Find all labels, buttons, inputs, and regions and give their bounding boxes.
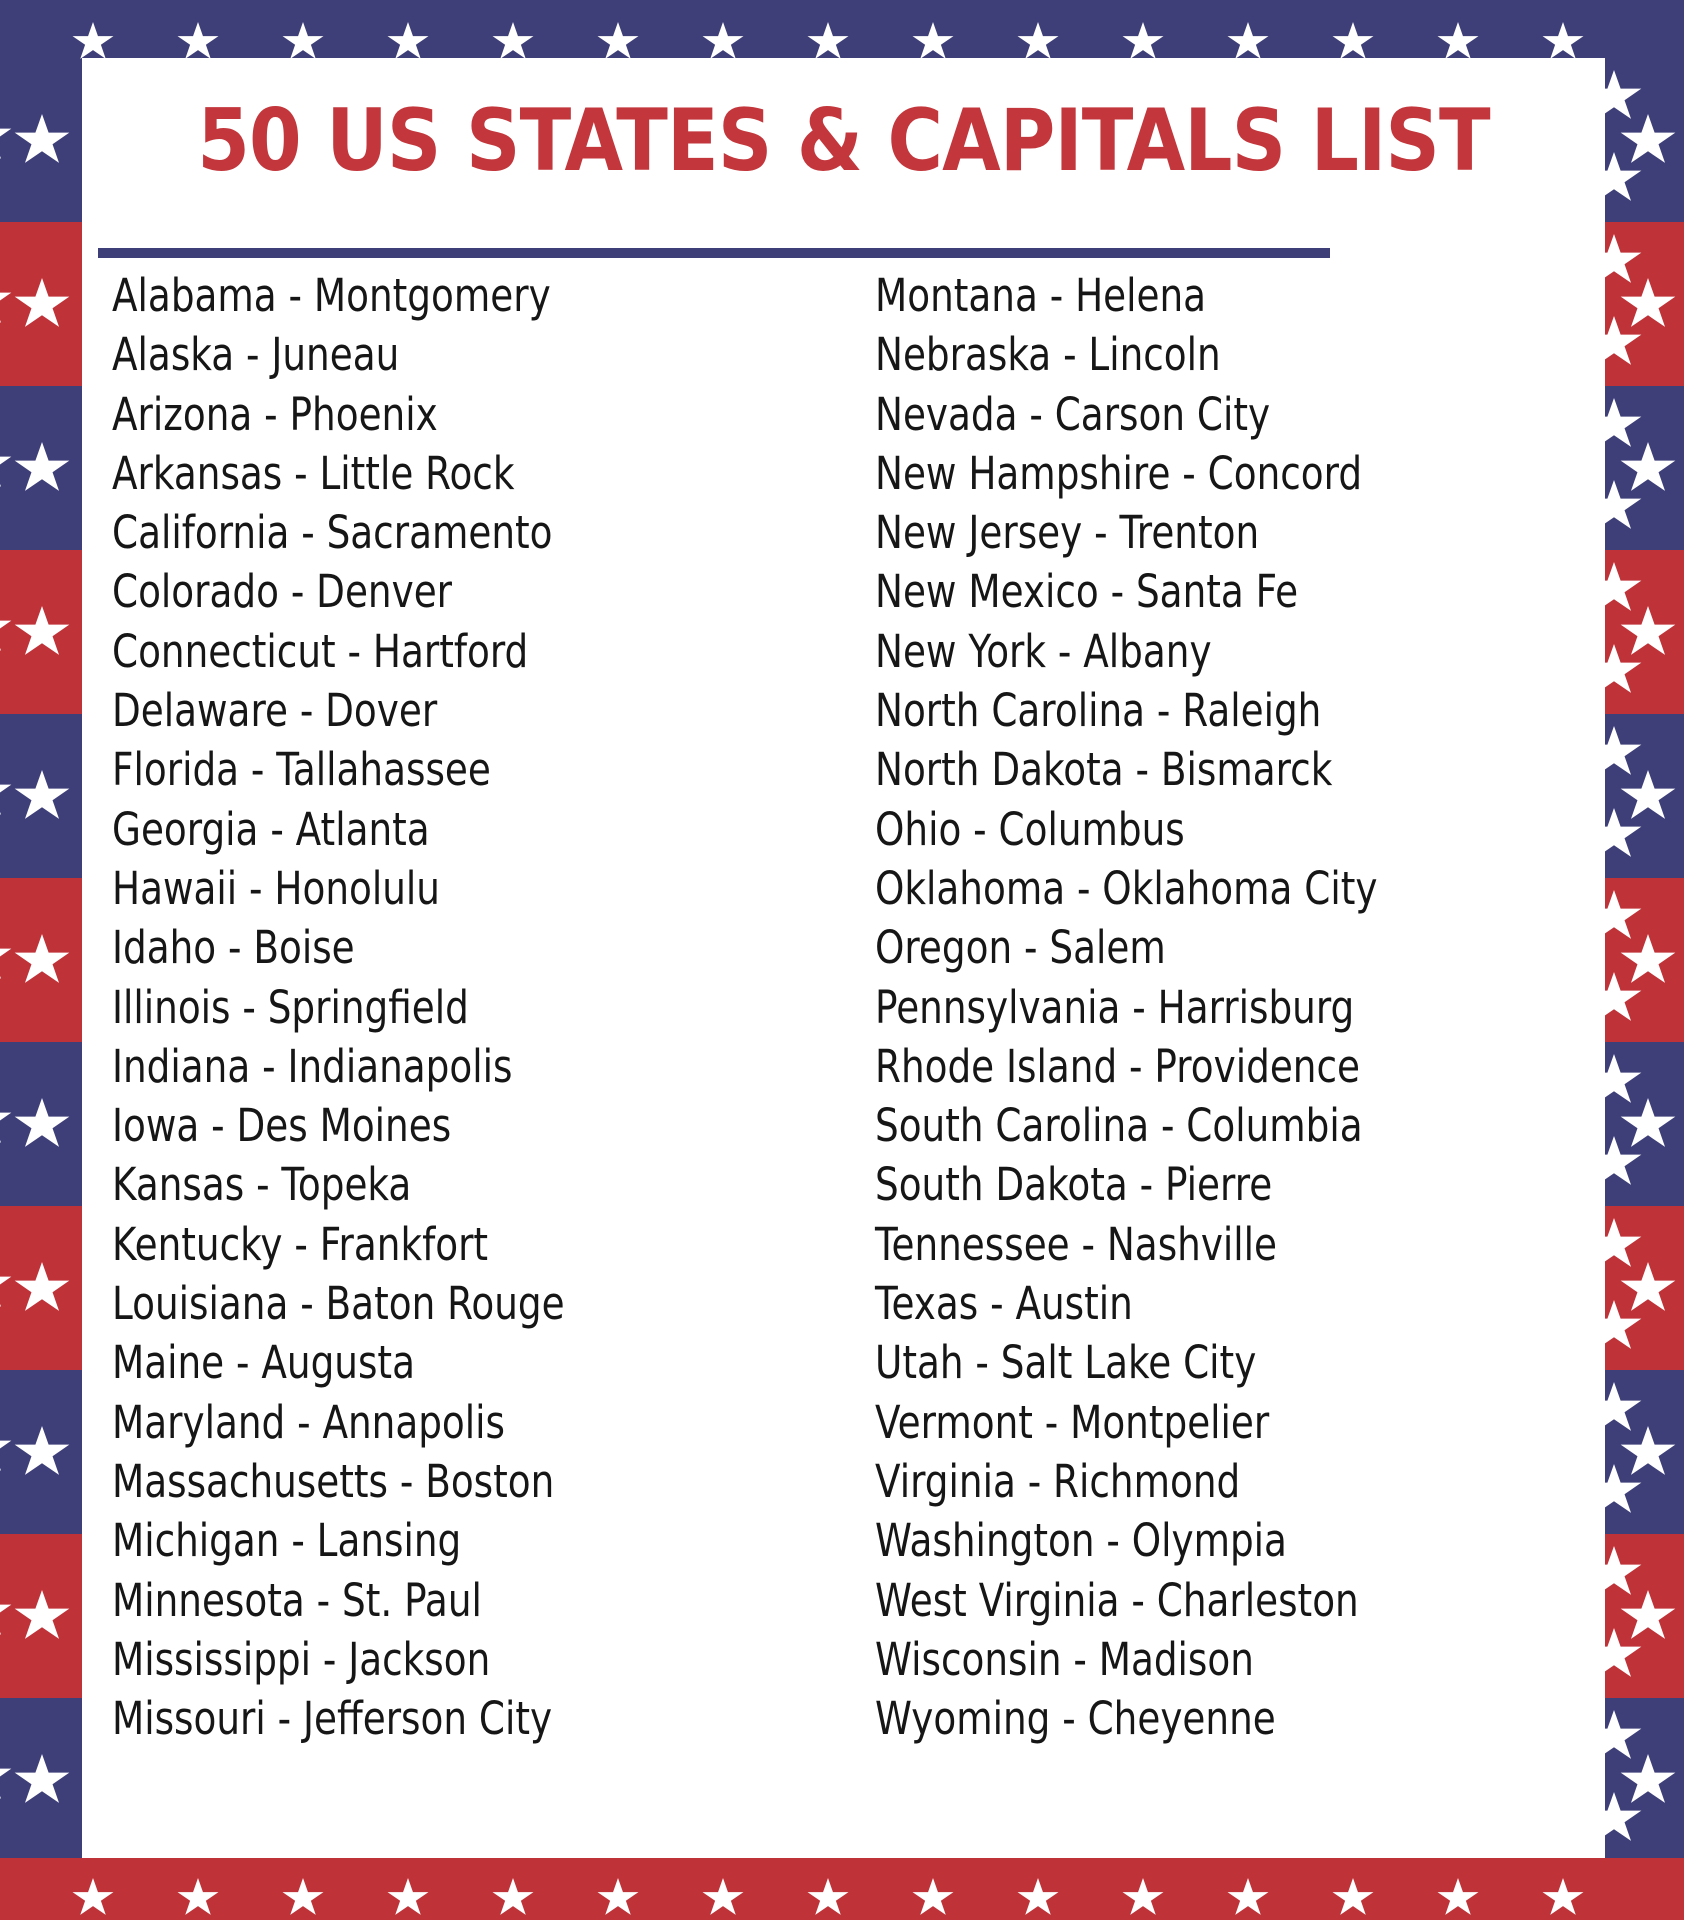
list-item: Wyoming - Cheyenne — [875, 1692, 1276, 1746]
states-capitals-columns: Alabama - Montgomery Alaska - Juneau Arizo… — [82, 266, 1605, 1748]
list-item: Maine - Augusta — [112, 1336, 415, 1390]
top-border-band — [0, 0, 1684, 58]
list-item: Kansas - Topeka — [112, 1158, 412, 1212]
states-column-right: Montana - Helena Nebraska - Lincoln Nevada… — [875, 266, 1605, 1748]
list-item: Colorado - Denver — [112, 565, 453, 619]
list-item: South Carolina - Columbia — [875, 1099, 1363, 1153]
page-title: 50 US STATES & CAPITALS LIST — [197, 91, 1490, 191]
list-item: Vermont - Montpelier — [875, 1395, 1270, 1449]
list-item: Kentucky - Frankfort — [112, 1217, 489, 1271]
content-panel: 50 US STATES & CAPITALS LIST Alabama - M… — [82, 58, 1605, 1858]
list-item: Minnesota - St. Paul — [112, 1573, 482, 1627]
states-column-left: Alabama - Montgomery Alaska - Juneau Arizo… — [82, 266, 875, 1748]
title-divider-rule — [98, 248, 1330, 258]
list-item: Hawaii - Honolulu — [112, 861, 440, 915]
list-item: Washington - Olympia — [875, 1514, 1287, 1568]
list-item: Indiana - Indianapolis — [112, 1039, 513, 1093]
list-item: Delaware - Dover — [112, 684, 438, 738]
list-item: Alabama - Montgomery — [112, 269, 551, 322]
list-item: Iowa - Des Moines — [112, 1099, 452, 1153]
list-item: Alaska - Juneau — [112, 328, 400, 382]
list-item: Maryland - Annapolis — [112, 1395, 506, 1449]
list-item: Texas - Austin — [875, 1277, 1133, 1331]
list-item: Utah - Salt Lake City — [875, 1336, 1257, 1390]
list-item: Nevada - Carson City — [875, 387, 1271, 441]
list-item: New York - Albany — [875, 624, 1212, 678]
list-item: Virginia - Richmond — [875, 1454, 1241, 1508]
list-item: Idaho - Boise — [112, 921, 355, 975]
list-item: North Carolina - Raleigh — [875, 684, 1322, 738]
list-item: Massachusetts - Boston — [112, 1454, 555, 1508]
list-item: Arizona - Phoenix — [112, 387, 438, 441]
list-item: Georgia - Atlanta — [112, 802, 430, 856]
states-capitals-poster: 50 US STATES & CAPITALS LIST Alabama - M… — [0, 0, 1684, 1920]
list-item: South Dakota - Pierre — [875, 1158, 1273, 1212]
list-item: Oklahoma - Oklahoma City — [875, 861, 1378, 915]
list-item: West Virginia - Charleston — [875, 1573, 1359, 1627]
list-item: North Dakota - Bismarck — [875, 743, 1333, 797]
list-item: New Mexico - Santa Fe — [875, 565, 1299, 619]
list-item: Oregon - Salem — [875, 921, 1166, 975]
list-item: Connecticut - Hartford — [112, 624, 529, 678]
list-item: Rhode Island - Providence — [875, 1039, 1360, 1093]
list-item: Tennessee - Nashville — [875, 1217, 1278, 1271]
list-item: Ohio - Columbus — [875, 802, 1185, 856]
list-item: Florida - Tallahassee — [112, 743, 491, 797]
list-item: Montana - Helena — [875, 269, 1207, 322]
list-item: Illinois - Springfield — [112, 980, 469, 1034]
list-item: Arkansas - Little Rock — [112, 446, 515, 500]
list-item: Mississippi - Jackson — [112, 1632, 491, 1686]
list-item: Michigan - Lansing — [112, 1514, 462, 1568]
list-item: Wisconsin - Madison — [875, 1632, 1254, 1686]
list-item: California - Sacramento — [112, 506, 553, 560]
list-item: New Hampshire - Concord — [875, 446, 1363, 500]
bottom-border-band — [0, 1858, 1684, 1920]
list-item: Nebraska - Lincoln — [875, 328, 1221, 382]
list-item: Pennsylvania - Harrisburg — [875, 980, 1355, 1034]
list-item: Louisiana - Baton Rouge — [112, 1277, 565, 1331]
list-item: Missouri - Jefferson City — [112, 1692, 553, 1746]
list-item: New Jersey - Trenton — [875, 506, 1260, 560]
